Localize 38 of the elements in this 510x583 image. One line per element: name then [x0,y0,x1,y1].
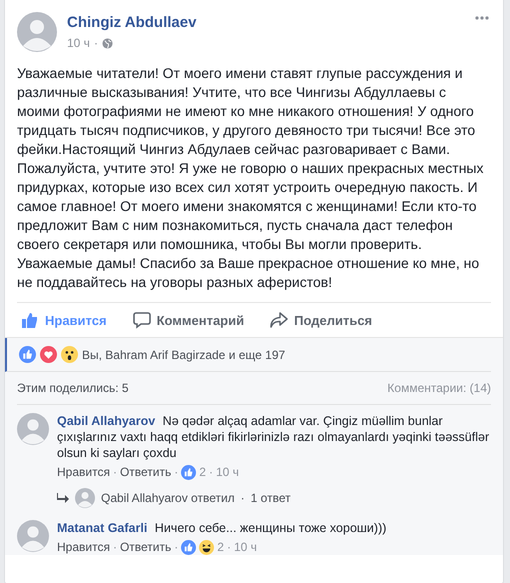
post-text: Уважаемые читатели! От моего имени ставят глупые рассуждения и различные высказывания! Учтите, что все Чингизы Абдуллаевы с моими фотографиями не имеют ко мне никакого отношения! У одного тридцать тысяч подписчиков, у другого девяносто три тысячи! Все это фейки.Настоящий Чингиз Абдулаев сейчас разговаривает с Вами. Пожалуйста, учтите это! Я уже не говорю о наших прекрасных местных придурках, которые изо всех сил хотят устроить очередную пакость. И самое главное! От моего имени знакомятся с женщинами! Если кто-то предложит Вам с ним познакомиться, пусть сначала даст телефон своего секретаря или помошника, чтобы Вы могли проверить. Уважаемые дамы! Спасибо за Ваше прекрасное отношение ко мне, но не поддавайтесь на уговоры разных аферистов! [17,64,484,292]
reply-link[interactable]: Ответить [120,539,172,555]
separator-dot: · [112,539,117,555]
commenter-avatar[interactable] [17,520,49,552]
separator-dot: · [112,464,117,480]
reply-link[interactable]: Ответить [120,464,172,480]
surprised-face-icon [61,346,78,363]
author-name[interactable]: Chingiz Abdullaev [67,14,196,31]
more-options-icon[interactable] [475,16,489,20]
replier-avatar[interactable] [75,488,95,508]
share-arrow-icon [270,311,288,329]
globe-icon [102,38,113,48]
laughing-face-icon [199,540,214,554]
shares-count[interactable]: Этим поделились: 5 [17,381,129,395]
commenter-avatar[interactable] [17,413,49,445]
author-avatar[interactable] [17,12,57,52]
reactions-summary[interactable]: Вы, Bahram Arif Bagirzade и еще 197 [82,348,286,362]
commenter-name[interactable]: Qabil Allahyarov [57,414,156,428]
separator-dot: · [94,36,98,50]
comment-text: Matanat Gafarli Ничего себе... женщины тоже хороши))) [57,520,388,536]
commenter-name[interactable]: Matanat Gafarli [57,521,148,535]
thumbs-up-icon [21,311,39,329]
like-link[interactable]: Нравится [57,464,110,480]
reply-arrow-icon [57,493,69,503]
thumbs-up-icon [181,464,196,480]
reply-count[interactable]: 1 ответ [250,490,291,506]
comment-text: Qabil Allahyarov Nə qədər alçaq adamlar var. Çingiz müəllim bunlar çıxışlarınız vaxtı haqq etdikləri fikirlərinizlə razı olmayanlardı yəqinki təəssüflər olsun ki sayları çoxdu [57,413,490,461]
thumbs-up-icon [19,346,36,363]
comment-button[interactable]: Комментарий [132,311,244,329]
separator-dot: · [208,464,213,480]
separator-dot: · [174,464,178,480]
speech-bubble-icon [132,311,151,329]
like-link[interactable]: Нравится [57,539,110,555]
share-button[interactable]: Поделиться [270,311,372,329]
separator-dot: · [226,539,231,555]
reply-summary[interactable]: Qabil Allahyarov ответил [101,490,235,506]
separator-dot: · [174,539,178,555]
separator-dot: · [240,490,245,506]
